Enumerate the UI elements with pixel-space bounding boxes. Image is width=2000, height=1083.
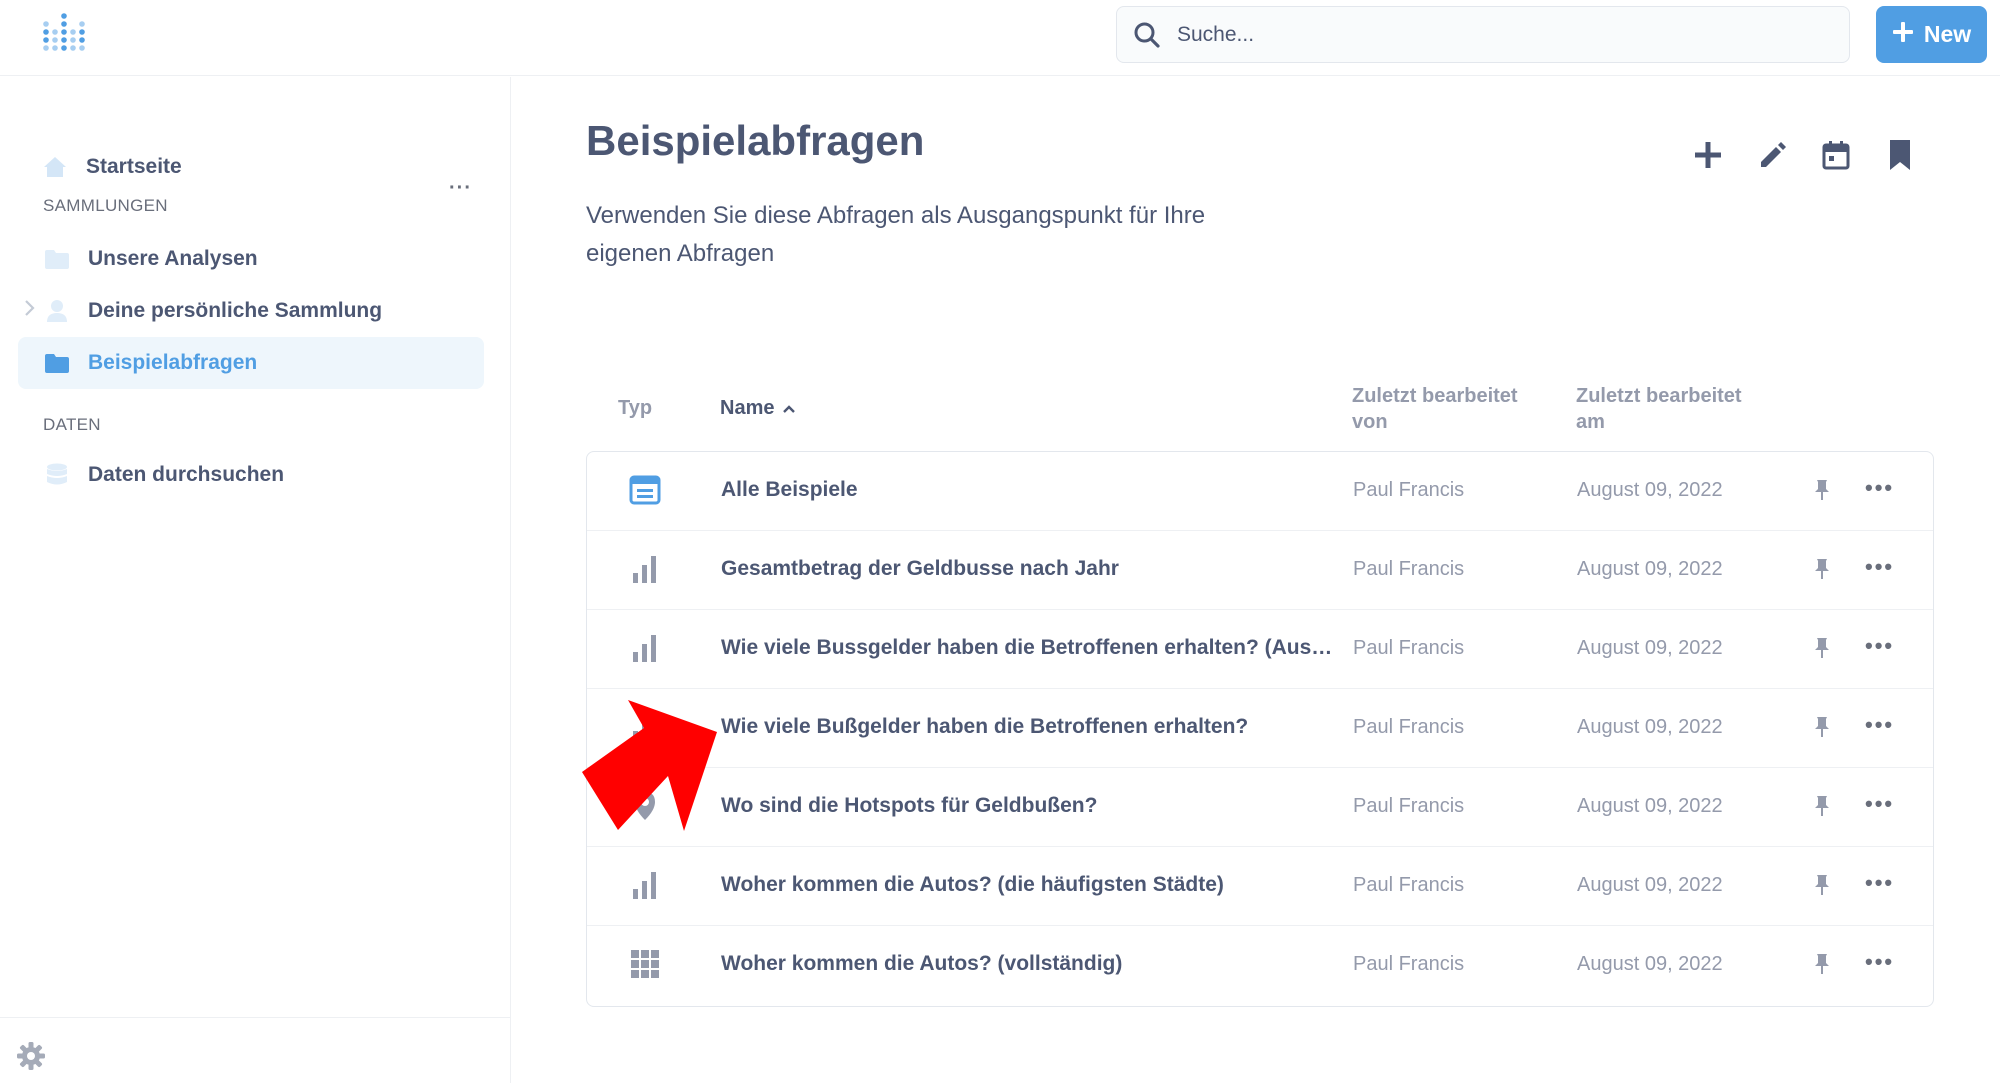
sidebar-item-label: Startseite [86, 155, 182, 178]
item-edited-by: Paul Francis [1353, 558, 1465, 580]
database-icon [44, 462, 70, 488]
sidebar-item-beispielabfragen[interactable]: Beispielabfragen [18, 337, 484, 389]
sidebar-item-label: Unsere Analysen [88, 247, 258, 270]
more-options-icon[interactable]: ••• [1865, 554, 1894, 580]
sidebar-item-label: Daten durchsuchen [88, 463, 285, 486]
item-edited-at: August 09, 2022 [1577, 479, 1723, 501]
sidebar-item-unsere-analysen[interactable]: Unsere Analysen [18, 233, 484, 285]
column-header-type[interactable]: Typ [618, 395, 652, 421]
item-edited-at: August 09, 2022 [1577, 716, 1723, 738]
item-name[interactable]: Wo sind die Hotspots für Geldbußen? [721, 794, 1333, 818]
more-options-icon[interactable]: ••• [1865, 712, 1894, 738]
bookmark-icon[interactable] [1884, 139, 1916, 171]
pencil-icon[interactable] [1756, 139, 1788, 171]
chevron-up-icon [782, 395, 796, 421]
new-button-label: New [1923, 21, 1972, 47]
column-header-name-label: Name [720, 397, 775, 419]
table-row[interactable]: Woher kommen die Autos? (die häufigsten … [587, 847, 1933, 926]
metabase-logo-icon[interactable] [42, 12, 86, 60]
data-section-label: DATEN [43, 415, 101, 434]
pin-icon[interactable] [1813, 873, 1831, 902]
item-name[interactable]: Alle Beispiele [721, 478, 1333, 502]
sidebar-item-browse-data[interactable]: Daten durchsuchen [18, 449, 484, 501]
more-options-icon[interactable]: ••• [1865, 949, 1894, 975]
table-row[interactable]: Gesamtbetrag der Geldbusse nach Jahr Pau… [587, 531, 1933, 610]
item-edited-at: August 09, 2022 [1577, 795, 1723, 817]
person-icon [44, 298, 70, 324]
table-row[interactable]: Wo sind die Hotspots für Geldbußen? Paul… [587, 768, 1933, 847]
search-input[interactable] [1177, 7, 1817, 62]
sidebar-item-personal-collection[interactable]: Deine persönliche Sammlung [18, 285, 484, 337]
item-name[interactable]: Wie viele Bussgelder haben die Betroffen… [721, 636, 1333, 660]
more-options-icon[interactable]: ••• [1865, 475, 1894, 501]
collections-section-label: SAMMLUNGEN [43, 196, 168, 215]
bar-chart-icon [629, 632, 661, 664]
pin-icon[interactable] [1813, 557, 1831, 586]
item-name[interactable]: Gesamtbetrag der Geldbusse nach Jahr [721, 557, 1333, 581]
item-edited-at: August 09, 2022 [1577, 558, 1723, 580]
table-icon [629, 948, 661, 980]
item-edited-by: Paul Francis [1353, 716, 1465, 738]
gear-icon[interactable] [16, 1041, 46, 1076]
pin-icon[interactable] [1813, 636, 1831, 665]
item-name[interactable]: Wie viele Bußgelder haben die Betroffene… [721, 715, 1333, 739]
item-edited-by: Paul Francis [1353, 953, 1465, 975]
plus-icon[interactable] [1692, 139, 1724, 171]
more-options-icon[interactable]: ••• [1865, 791, 1894, 817]
more-options-icon[interactable]: ••• [1865, 870, 1894, 896]
search-bar[interactable] [1116, 6, 1850, 63]
pin-icon[interactable] [1813, 952, 1831, 981]
more-options-icon[interactable]: ••• [1865, 633, 1894, 659]
collections-more-icon[interactable]: ··· [449, 177, 472, 200]
item-edited-by: Paul Francis [1353, 874, 1465, 896]
table-row[interactable]: Wie viele Bussgelder haben die Betroffen… [587, 610, 1933, 689]
bar-chart-icon [629, 553, 661, 585]
table-row[interactable]: Woher kommen die Autos? (vollständig) Pa… [587, 926, 1933, 1005]
item-edited-at: August 09, 2022 [1577, 874, 1723, 896]
page-title: Beispielabfragen [586, 117, 925, 164]
sidebar-item-home[interactable]: Startseite [18, 141, 484, 193]
item-name[interactable]: Woher kommen die Autos? (die häufigsten … [721, 873, 1333, 897]
sidebar: Startseite SAMMLUNGEN ··· Unsere Analyse… [0, 77, 511, 1083]
folder-icon [44, 350, 70, 376]
item-edited-by: Paul Francis [1353, 479, 1465, 501]
bar-chart-icon [629, 869, 661, 901]
pin-icon[interactable] [1813, 478, 1831, 507]
dashboard-icon [629, 474, 661, 506]
main-content: Beispielabfragen Verwenden Sie diese Abf… [512, 77, 2000, 1083]
sidebar-item-label: Deine persönliche Sammlung [88, 299, 383, 322]
calendar-icon[interactable] [1820, 139, 1852, 171]
item-edited-by: Paul Francis [1353, 637, 1465, 659]
sidebar-item-label: Beispielabfragen [88, 351, 258, 374]
pin-icon[interactable] [1813, 715, 1831, 744]
item-edited-by: Paul Francis [1353, 795, 1465, 817]
column-header-edited-at[interactable]: Zuletzt bearbeitet am [1576, 383, 1756, 435]
sidebar-divider [0, 1017, 511, 1018]
table-row[interactable]: Alle Beispiele Paul Francis August 09, 2… [587, 452, 1933, 531]
search-icon [1133, 21, 1161, 54]
home-icon [42, 154, 68, 180]
plus-icon [1892, 21, 1914, 49]
top-navigation-bar: New [0, 0, 2000, 76]
item-name[interactable]: Woher kommen die Autos? (vollständig) [721, 952, 1333, 976]
pin-icon[interactable] [1813, 794, 1831, 823]
collection-actions [1692, 139, 1916, 171]
annotation-arrow-icon [580, 700, 720, 840]
column-header-name[interactable]: Name [720, 395, 796, 421]
table-row[interactable]: Wie viele Bußgelder haben die Betroffene… [587, 689, 1933, 768]
item-edited-at: August 09, 2022 [1577, 953, 1723, 975]
new-button[interactable]: New [1876, 6, 1987, 63]
folder-icon [44, 246, 70, 272]
items-table: Alle Beispiele Paul Francis August 09, 2… [586, 451, 1934, 1007]
page-description: Verwenden Sie diese Abfragen als Ausgang… [586, 202, 1206, 267]
item-edited-at: August 09, 2022 [1577, 637, 1723, 659]
column-header-edited-by[interactable]: Zuletzt bearbeitet von [1352, 383, 1532, 435]
